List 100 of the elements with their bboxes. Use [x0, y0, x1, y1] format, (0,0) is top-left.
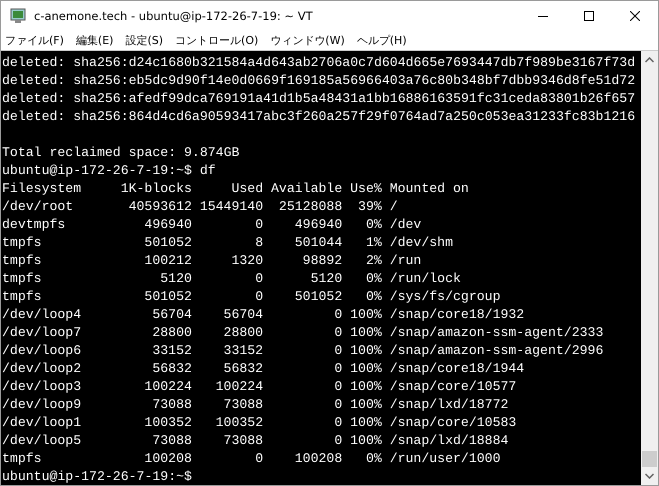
table-cell-text: 496940 [294, 216, 342, 234]
terminal-line: ubuntu@ip-172-26-7-19:~$ df [2, 162, 217, 180]
table-cell: 100% [350, 360, 382, 378]
table-cell: 100% [350, 324, 382, 342]
terminal-line: Total reclaimed space: 9.874GB [2, 144, 240, 162]
table-cell-text: tmpfs [2, 252, 43, 270]
column-header: Filesystem [2, 180, 82, 198]
table-cell-text: 501052 [294, 288, 342, 306]
table-cell: /snap/lxd/18772 [390, 396, 508, 414]
column-header: Used [230, 180, 264, 198]
menu-item[interactable]: 設定(S) [125, 33, 164, 48]
table-cell: /snap/core18/1944 [390, 360, 524, 378]
table-cell-text: 0% [364, 270, 382, 288]
table-cell-text: 1320 [230, 252, 264, 270]
menu-item[interactable]: ウィンドウ(W) [270, 33, 345, 48]
table-cell-text: 40593612 [128, 198, 192, 216]
menu-item[interactable]: ファイル(F) [5, 33, 64, 48]
table-cell-text: 8 [254, 234, 264, 252]
table-cell-text: 501044 [294, 234, 342, 252]
terminal-icon [10, 8, 26, 24]
table-cell-text: 0 [254, 216, 264, 234]
table-cell-text: 1% [364, 234, 382, 252]
table-cell: / [390, 198, 398, 216]
table-cell-text: 100352 [143, 414, 192, 432]
maximize-icon[interactable] [584, 11, 594, 21]
table-cell-text: 0 [333, 378, 342, 396]
table-cell-text: tmpfs [2, 270, 43, 288]
table-cell-text: 100352 [214, 414, 264, 432]
scrollbar-thumb[interactable] [642, 451, 657, 467]
menu-item[interactable]: 編集(E) [76, 33, 114, 48]
table-cell-text: 73088 [151, 432, 192, 450]
menu-item[interactable]: ヘルプ(H) [356, 33, 407, 48]
table-cell: /dev [390, 216, 422, 234]
table-cell-text: tmpfs [2, 234, 43, 252]
table-cell: /snap/lxd/18884 [390, 432, 508, 450]
table-cell-text: /dev/loop3 [2, 378, 82, 396]
menu-item[interactable]: コントロール(O) [175, 33, 258, 48]
table-cell-text: 0 [254, 450, 264, 468]
table-cell-text: 39% [357, 198, 382, 216]
table-cell-text: 0 [333, 324, 342, 342]
scrollbar[interactable] [641, 51, 658, 485]
table-cell-text: /dev/loop5 [2, 432, 82, 450]
table-cell-text: 100212 [143, 252, 192, 270]
table-cell: 100% [350, 306, 382, 324]
table-cell-text: 25128088 [278, 198, 342, 216]
table-cell: /run/user/1000 [390, 450, 500, 468]
table-cell-text: 56704 [151, 306, 192, 324]
table-cell-text: /dev/loop6 [2, 342, 82, 360]
table-cell-text: 0 [254, 288, 264, 306]
table-cell-text: 0 [333, 342, 342, 360]
table-cell: /snap/core/10577 [390, 378, 516, 396]
table-cell-text: 5120 [310, 270, 342, 288]
table-cell-text: 0 [333, 306, 342, 324]
table-cell: /snap/core18/1932 [390, 306, 524, 324]
terminal-line: ubuntu@ip-172-26-7-19:~$ [2, 468, 193, 485]
table-cell-text: 56832 [151, 360, 192, 378]
window-title: c-anemone.tech - ubuntu@ip-172-26-7-19: ~ VT [34, 9, 314, 23]
table-cell: /dev/shm [390, 234, 453, 252]
table-cell-text: tmpfs [2, 288, 43, 306]
table-cell-text: 501052 [143, 234, 192, 252]
table-cell-text: 100208 [294, 450, 342, 468]
table-cell-text: /dev/loop1 [2, 414, 82, 432]
table-cell-text: 56832 [222, 360, 264, 378]
table-cell-text: 496940 [143, 216, 192, 234]
scroll-down-icon[interactable] [645, 473, 654, 479]
table-cell-text: 28800 [151, 324, 192, 342]
table-cell: /snap/core/10583 [390, 414, 516, 432]
table-cell-text: 0 [333, 414, 342, 432]
table-cell-text: /dev/loop2 [2, 360, 82, 378]
table-cell-text: /dev/loop7 [2, 324, 82, 342]
table-cell: 100% [350, 414, 382, 432]
table-cell: /snap/amazon-ssm-agent/2333 [390, 324, 604, 342]
table-cell-text: 98892 [302, 252, 342, 270]
terminal-line: deleted: sha256:d24c1680b321584a4d643ab2706a0c7d604d665e7693447db7f989be3167f73d [2, 54, 636, 72]
table-cell-text: 100224 [143, 378, 192, 396]
scroll-up-icon[interactable] [645, 57, 654, 63]
table-cell: /snap/amazon-ssm-agent/2996 [390, 342, 604, 360]
table-cell: /run [390, 252, 422, 270]
table-cell: /sys/fs/cgroup [390, 288, 500, 306]
close-icon[interactable] [630, 11, 640, 21]
table-cell: 100% [350, 432, 382, 450]
table-cell-text: 5120 [159, 270, 192, 288]
table-cell: 100% [350, 378, 382, 396]
table-cell-text: 0% [364, 288, 382, 306]
table-cell-text: /dev/loop4 [2, 306, 82, 324]
column-header: Mounted on [390, 180, 469, 198]
table-cell-text: 0% [364, 450, 382, 468]
table-cell-text: 100224 [214, 378, 264, 396]
column-header: Use% [350, 180, 382, 198]
terminal-line: deleted: sha256:afedf99dca769191a41d1b5a48431a1bb16886163591fc31ceda83801b26f657 [2, 90, 636, 108]
table-cell-text: 56704 [222, 306, 264, 324]
table-cell: /run/lock [390, 270, 461, 288]
table-cell-text: /dev/root [2, 198, 74, 216]
table-cell-text: 73088 [222, 432, 264, 450]
table-cell-text: 0 [333, 360, 342, 378]
table-cell-text: devtmpfs [2, 216, 66, 234]
column-header: Available [271, 180, 342, 198]
table-cell: 15449140 [200, 198, 264, 216]
column-header: 1K-blocks [120, 180, 192, 198]
table-cell-text: 0 [333, 432, 342, 450]
